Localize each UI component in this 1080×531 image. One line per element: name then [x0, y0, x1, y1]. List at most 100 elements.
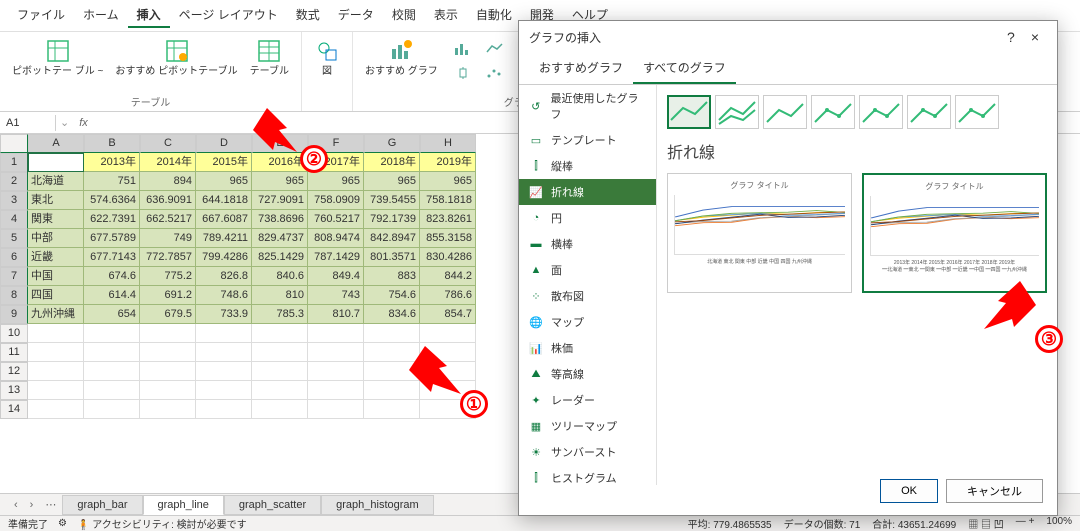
col-header-A[interactable]: A [28, 134, 84, 153]
cell[interactable]: 622.7391 [84, 210, 140, 229]
chart-category-3[interactable]: 📈折れ線 [519, 179, 656, 205]
row-header-9[interactable]: 9 [0, 305, 28, 324]
cell[interactable] [28, 343, 84, 362]
col-header-G[interactable]: G [364, 134, 420, 153]
cell[interactable] [252, 400, 308, 419]
line-subtype-5[interactable] [907, 95, 951, 129]
cell[interactable] [308, 381, 364, 400]
line-subtype-4[interactable] [859, 95, 903, 129]
cell[interactable] [420, 362, 476, 381]
table-button[interactable]: テーブル [244, 36, 295, 80]
chart-preview-2[interactable]: グラフ タイトル 2013年 2014年 2015年 2016年 2017年 2… [862, 173, 1047, 293]
cell[interactable] [84, 362, 140, 381]
cell[interactable]: 801.3571 [364, 248, 420, 267]
chart-category-10[interactable]: ⛰等高線 [519, 361, 656, 387]
cell[interactable] [140, 362, 196, 381]
cell[interactable] [84, 343, 140, 362]
cell[interactable] [196, 400, 252, 419]
cell[interactable]: 691.2 [140, 286, 196, 305]
fx-label[interactable]: fx [73, 117, 94, 129]
cell[interactable]: 808.9474 [308, 229, 364, 248]
row-header-12[interactable]: 12 [0, 362, 28, 381]
zoom-slider[interactable]: — + [1016, 516, 1035, 531]
cell[interactable]: 785.3 [252, 305, 308, 324]
line-subtype-6[interactable] [955, 95, 999, 129]
cell[interactable] [196, 343, 252, 362]
cell[interactable] [84, 324, 140, 343]
menu-データ[interactable]: データ [329, 3, 383, 28]
cell-header[interactable]: 2015年 [196, 153, 252, 172]
cell-header[interactable]: 2018年 [364, 153, 420, 172]
cell[interactable] [140, 381, 196, 400]
cell-header[interactable] [28, 153, 84, 172]
line-subtype-1[interactable] [715, 95, 759, 129]
line-subtype-0[interactable] [667, 95, 711, 129]
cell[interactable]: 北海道 [28, 172, 84, 191]
cell[interactable]: 727.9091 [252, 191, 308, 210]
chart-preview-1[interactable]: グラフ タイトル 北海道 東北 関東 中部 近畿 中国 四国 九州沖縄 [667, 173, 852, 293]
chart-category-13[interactable]: ☀サンバースト [519, 439, 656, 465]
cell[interactable]: 754.6 [364, 286, 420, 305]
cell[interactable]: 749 [140, 229, 196, 248]
row-header-5[interactable]: 5 [0, 229, 28, 248]
dialog-help[interactable]: ? [999, 27, 1023, 47]
row-header-14[interactable]: 14 [0, 400, 28, 419]
cell[interactable]: 758.1818 [420, 191, 476, 210]
cell[interactable] [84, 400, 140, 419]
cell[interactable]: 834.6 [364, 305, 420, 324]
chart-category-7[interactable]: ⁘散布図 [519, 283, 656, 309]
row-header-3[interactable]: 3 [0, 191, 28, 210]
menu-ページ レイアウト[interactable]: ページ レイアウト [170, 3, 287, 28]
cell[interactable]: 810.7 [308, 305, 364, 324]
row-header-4[interactable]: 4 [0, 210, 28, 229]
rec-pivot-button[interactable]: おすすめ ピボットテーブル [109, 36, 243, 80]
cell[interactable]: 965 [364, 172, 420, 191]
cell[interactable]: 855.3158 [420, 229, 476, 248]
name-box[interactable]: A1 [0, 115, 56, 131]
cell[interactable]: 760.5217 [308, 210, 364, 229]
chart-category-8[interactable]: 🌐マップ [519, 309, 656, 335]
cell[interactable]: 842.8947 [364, 229, 420, 248]
chart-category-4[interactable]: ◔円 [519, 205, 656, 231]
cell[interactable]: 772.7857 [140, 248, 196, 267]
menu-自動化[interactable]: 自動化 [467, 3, 521, 28]
cell[interactable] [308, 362, 364, 381]
cell[interactable]: 674.6 [84, 267, 140, 286]
row-header-8[interactable]: 8 [0, 286, 28, 305]
cell[interactable]: 826.8 [196, 267, 252, 286]
chart-category-6[interactable]: ▲面 [519, 257, 656, 283]
row-header-13[interactable]: 13 [0, 381, 28, 400]
menu-挿入[interactable]: 挿入 [128, 3, 170, 28]
cell[interactable]: 九州沖縄 [28, 305, 84, 324]
cell[interactable] [28, 324, 84, 343]
chart-category-0[interactable]: ↺最近使用したグラフ [519, 85, 656, 127]
cell[interactable]: 677.5789 [84, 229, 140, 248]
col-header-H[interactable]: H [420, 134, 476, 153]
cell[interactable] [252, 324, 308, 343]
row-header-11[interactable]: 11 [0, 343, 28, 362]
pivot-table-button[interactable]: ピボットテー ブル ~ [6, 36, 109, 80]
cell[interactable]: 758.0909 [308, 191, 364, 210]
cell[interactable] [252, 343, 308, 362]
sheet-tab-graph_histogram[interactable]: graph_histogram [321, 495, 434, 515]
cell[interactable]: 636.9091 [140, 191, 196, 210]
chart-category-2[interactable]: ⫿縦棒 [519, 153, 656, 179]
cell[interactable] [420, 324, 476, 343]
cell[interactable] [308, 400, 364, 419]
menu-表示[interactable]: 表示 [425, 3, 467, 28]
sheet-tab-graph_line[interactable]: graph_line [143, 495, 224, 515]
cell[interactable]: 840.6 [252, 267, 308, 286]
menu-数式[interactable]: 数式 [287, 3, 329, 28]
line-subtype-2[interactable] [763, 95, 807, 129]
cell[interactable]: 849.4 [308, 267, 364, 286]
cell[interactable] [308, 343, 364, 362]
tab-nav-prev[interactable]: ‹ [8, 499, 24, 511]
cell[interactable] [28, 362, 84, 381]
cell[interactable] [84, 381, 140, 400]
cell[interactable] [252, 362, 308, 381]
line-subtype-3[interactable] [811, 95, 855, 129]
tab-all-charts[interactable]: すべてのグラフ [633, 53, 736, 84]
cell[interactable]: 667.6087 [196, 210, 252, 229]
cell[interactable]: 662.5217 [140, 210, 196, 229]
cell[interactable]: 965 [308, 172, 364, 191]
